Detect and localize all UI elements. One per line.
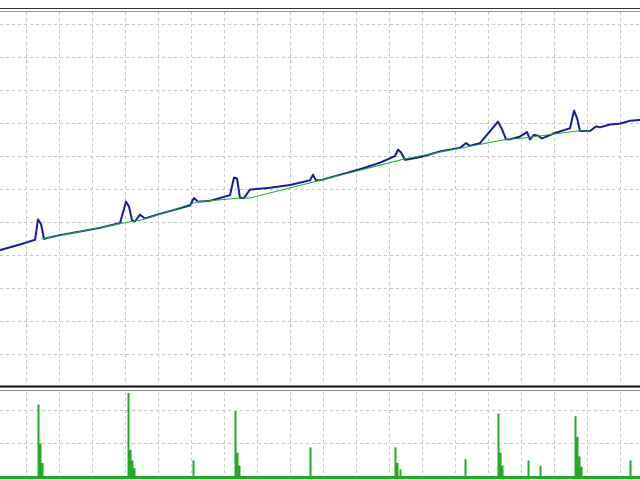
chart-area — [0, 0, 640, 480]
chart-svg — [0, 0, 640, 479]
volume-bars-group — [37, 392, 632, 478]
volume-grid — [0, 392, 640, 476]
